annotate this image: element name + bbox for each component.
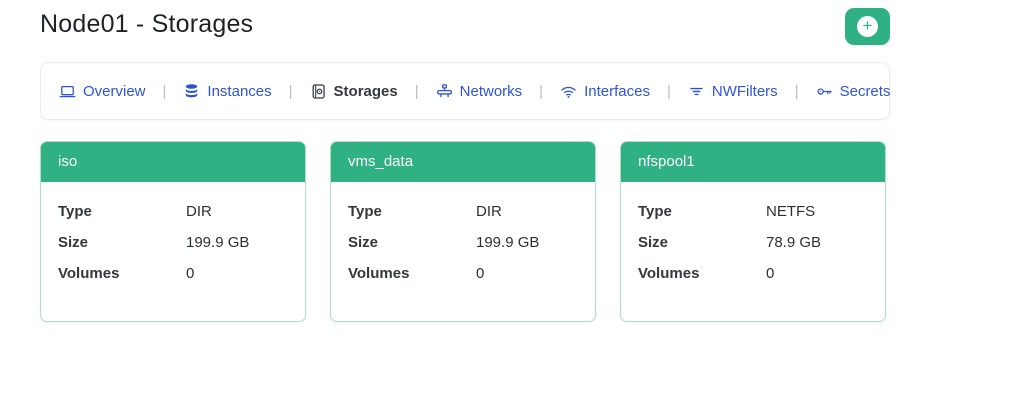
type-label: Type — [348, 203, 382, 220]
database-icon — [183, 83, 200, 100]
nav-item-storages[interactable]: Storages — [310, 83, 398, 100]
storage-cards: iso Type DIR Size 199.9 GB Volumes 0 vms… — [40, 141, 890, 322]
volumes-value: 0 — [476, 265, 485, 282]
key-icon — [816, 83, 833, 100]
storage-size-row: Size 199.9 GB — [58, 227, 288, 258]
size-label: Size — [348, 234, 379, 251]
nav-separator: | — [288, 82, 293, 100]
storage-card-body: Type DIR Size 199.9 GB Volumes 0 — [331, 182, 595, 289]
storage-card-nfspool1[interactable]: nfspool1 Type NETFS Size 78.9 GB Volumes… — [620, 141, 886, 322]
plus-circle-icon: + — [857, 16, 878, 37]
nav-item-secrets[interactable]: Secrets — [816, 82, 891, 100]
nav-item-label: Overview — [83, 82, 146, 100]
nav-item-overview[interactable]: Overview — [59, 83, 146, 100]
storage-type-row: Type DIR — [348, 196, 578, 227]
volumes-value: 0 — [766, 265, 775, 282]
nav-item-networks[interactable]: Networks — [436, 82, 523, 100]
size-value: 199.9 GB — [186, 234, 250, 251]
storage-type-row: Type DIR — [58, 196, 288, 227]
nav-item-label: Interfaces — [584, 82, 650, 100]
nav-separator: | — [414, 82, 419, 100]
nav-separator: | — [539, 82, 544, 100]
nav-separator: | — [162, 82, 167, 100]
storage-volumes-row: Volumes 0 — [638, 258, 868, 289]
wifi-icon — [560, 83, 577, 100]
laptop-icon — [59, 83, 76, 100]
storage-card-title: iso — [41, 142, 305, 182]
volumes-label: Volumes — [638, 265, 700, 282]
size-label: Size — [638, 234, 669, 251]
size-value: 199.9 GB — [476, 234, 540, 251]
page-content: Node01 - Storages + Overview | Instances… — [40, 0, 890, 322]
type-value: DIR — [476, 203, 502, 220]
nav-item-label: Secrets — [839, 82, 891, 100]
nav-separator: | — [794, 82, 799, 100]
storage-volumes-row: Volumes 0 — [58, 258, 288, 289]
size-value: 78.9 GB — [766, 234, 822, 251]
node-navbar: Overview | Instances | Storages | Networ… — [40, 62, 890, 120]
type-label: Type — [58, 203, 92, 220]
storage-size-row: Size 199.9 GB — [348, 227, 578, 258]
page-title: Node01 - Storages — [40, 10, 254, 38]
nav-item-label: NWFilters — [711, 82, 778, 100]
type-label: Type — [638, 203, 672, 220]
size-label: Size — [58, 234, 89, 251]
nav-separator: | — [666, 82, 671, 100]
storage-card-body: Type NETFS Size 78.9 GB Volumes 0 — [621, 182, 885, 289]
type-value: NETFS — [766, 203, 816, 220]
storage-card-vms-data[interactable]: vms_data Type DIR Size 199.9 GB Volumes … — [330, 141, 596, 322]
volumes-label: Volumes — [348, 265, 410, 282]
storage-card-title: nfspool1 — [621, 142, 885, 182]
nav-item-label: Instances — [207, 82, 272, 100]
type-value: DIR — [186, 203, 212, 220]
nav-item-label: Networks — [459, 82, 523, 100]
storage-volumes-row: Volumes 0 — [348, 258, 578, 289]
storage-card-iso[interactable]: iso Type DIR Size 199.9 GB Volumes 0 — [40, 141, 306, 322]
nav-item-nwfilters[interactable]: NWFilters — [688, 83, 778, 100]
nav-item-label: Storages — [333, 82, 398, 100]
nav-item-interfaces[interactable]: Interfaces — [560, 83, 650, 100]
volumes-value: 0 — [186, 265, 195, 282]
storage-size-row: Size 78.9 GB — [638, 227, 868, 258]
volumes-label: Volumes — [58, 265, 120, 282]
nav-item-instances[interactable]: Instances — [183, 82, 272, 100]
storage-card-body: Type DIR Size 199.9 GB Volumes 0 — [41, 182, 305, 289]
storage-type-row: Type NETFS — [638, 196, 868, 227]
hdd-icon — [310, 83, 327, 100]
filter-icon — [688, 83, 705, 100]
network-icon — [436, 83, 453, 100]
add-storage-button[interactable]: + — [845, 8, 890, 45]
page-header: Node01 - Storages + — [40, 0, 890, 45]
storage-card-title: vms_data — [331, 142, 595, 182]
